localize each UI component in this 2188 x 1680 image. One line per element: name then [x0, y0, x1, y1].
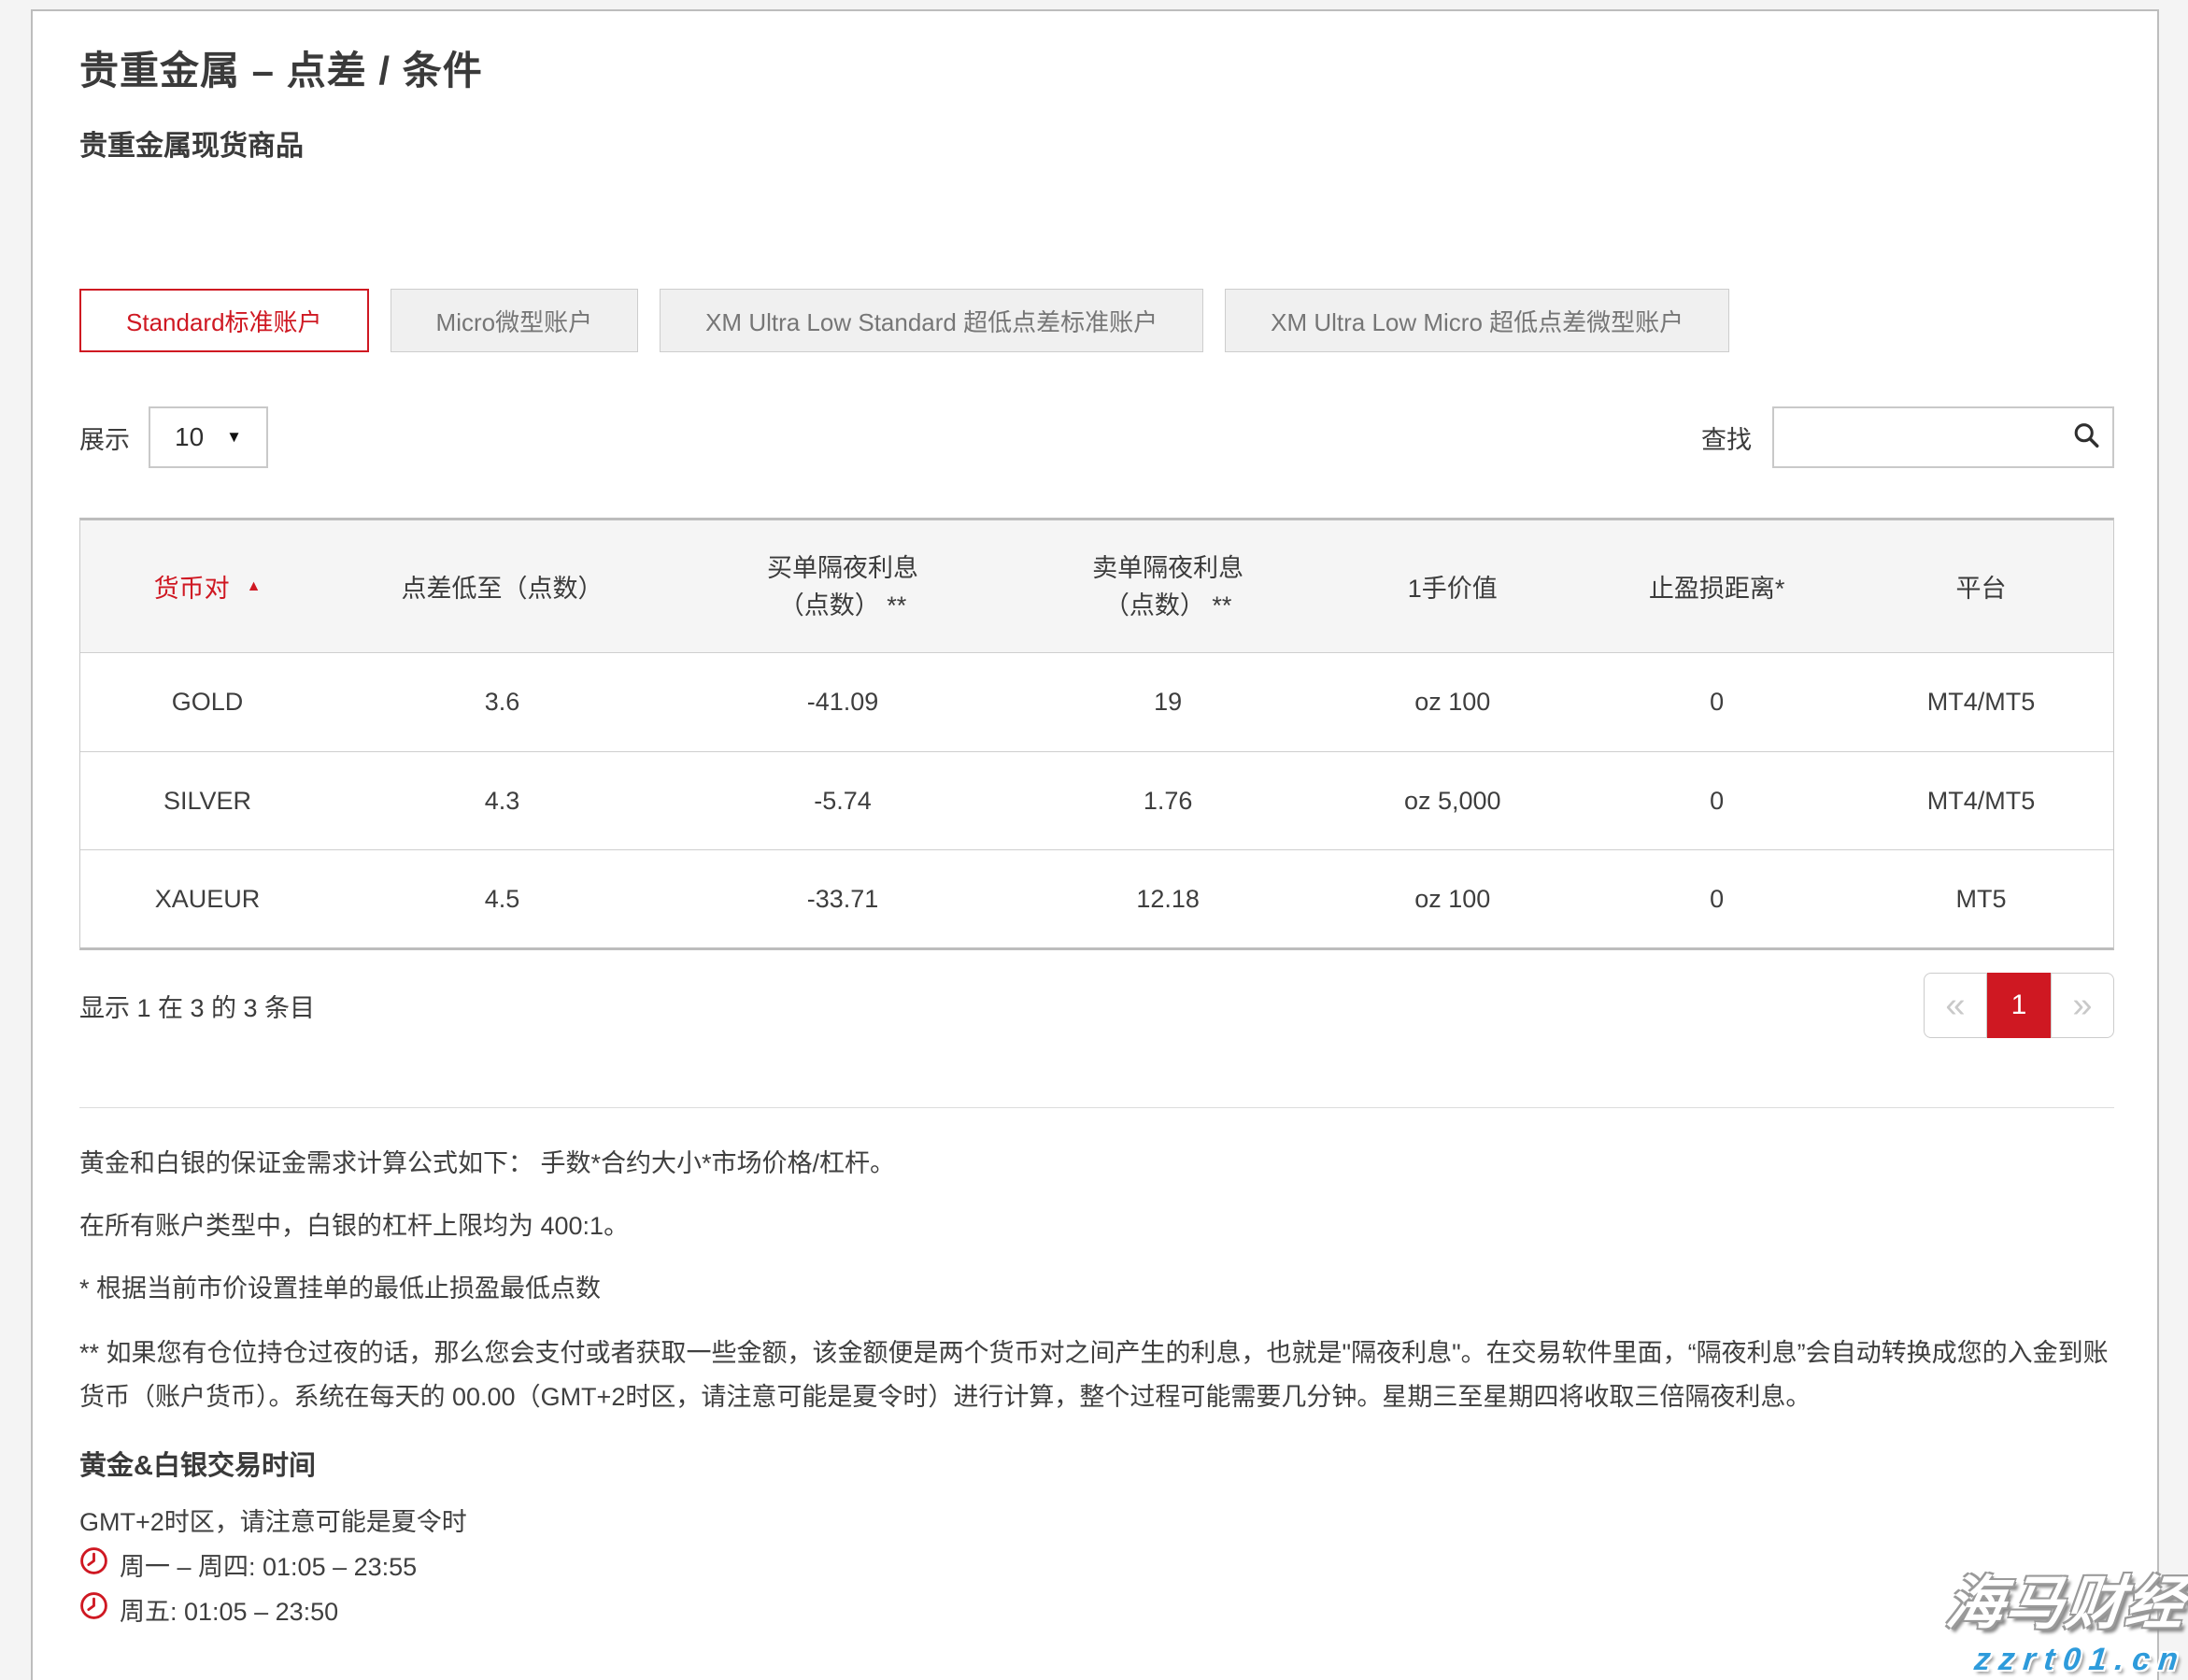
cell-swap-long: -33.71: [670, 885, 1016, 914]
clock-icon: [79, 1546, 108, 1582]
cell-stop-level: 0: [1584, 688, 1849, 717]
cell-platform: MT5: [1849, 885, 2113, 914]
section-divider: [79, 1107, 2114, 1108]
tab-micro-account[interactable]: Micro微型账户: [391, 289, 639, 352]
timezone-note: GMT+2时区，请注意可能是夏令时: [79, 1502, 2114, 1538]
pagination-page-1[interactable]: 1: [1987, 973, 2051, 1038]
pagination-next-button[interactable]: »: [2051, 973, 2114, 1038]
cell-lot-value: oz 100: [1320, 885, 1584, 914]
column-header-swap-short[interactable]: 卖单隔夜利息 （点数） **: [1016, 549, 1320, 624]
watermark: 海马财经 zzrt01.cn: [1947, 1556, 2186, 1678]
pagination: « 1 »: [1924, 973, 2114, 1038]
table-row-xaueur: XAUEUR 4.5 -33.71 12.18 oz 100 0 MT5: [80, 849, 2113, 947]
clock-icon: [79, 1591, 108, 1627]
search-input[interactable]: [1774, 408, 2112, 466]
page-size-select[interactable]: 10 ▼: [149, 406, 268, 468]
page-frame: 贵重金属 – 点差 / 条件 贵重金属现货商品 Standard标准账户 Mic…: [31, 9, 2159, 1680]
column-header-platform[interactable]: 平台: [1849, 568, 2113, 605]
cell-spread: 4.5: [334, 885, 670, 914]
table-row-silver: SILVER 4.3 -5.74 1.76 oz 5,000 0 MT4/MT5: [80, 751, 2113, 849]
trading-hours-weekdays: 周一 – 周四: 01:05 – 23:55: [79, 1545, 2114, 1583]
page-size-value: 10: [175, 422, 204, 452]
cell-swap-long: -41.09: [670, 688, 1016, 717]
table-row-gold: GOLD 3.6 -41.09 19 oz 100 0 MT4/MT5: [80, 653, 2113, 751]
column-header-spread[interactable]: 点差低至（点数）: [334, 568, 670, 605]
trading-hours-friday-label: 周五: 01:05 – 23:50: [120, 1591, 338, 1628]
table-controls: 展示 10 ▼ 查找: [79, 406, 2114, 468]
page-content: 贵重金属 – 点差 / 条件 贵重金属现货商品 Standard标准账户 Mic…: [33, 11, 2157, 1628]
trading-hours-weekdays-label: 周一 – 周四: 01:05 – 23:55: [120, 1546, 417, 1583]
trading-hours-friday: 周五: 01:05 – 23:50: [79, 1590, 2114, 1628]
watermark-site-text: zzrt01.cn: [1945, 1642, 2188, 1678]
watermark-logo-text: 海马财经: [1942, 1556, 2188, 1640]
cell-stop-level: 0: [1584, 885, 1849, 914]
notes-section: 黄金和白银的保证金需求计算公式如下： 手数*合约大小*市场价格/杠杆。 在所有账…: [79, 1144, 2114, 1419]
chevron-down-icon: ▼: [226, 428, 242, 447]
instruments-table: 货币对 ▲ 点差低至（点数） 买单隔夜利息 （点数） ** 卖单隔夜利息 （点数…: [79, 518, 2114, 950]
search-icon[interactable]: [2071, 420, 2101, 455]
note-stop-level: * 根据当前市价设置挂单的最低止损盈最低点数: [79, 1269, 2114, 1308]
page-title: 贵重金属 – 点差 / 条件: [79, 39, 2114, 96]
cell-lot-value: oz 5,000: [1320, 787, 1584, 816]
cell-symbol: GOLD: [80, 688, 334, 717]
cell-symbol: XAUEUR: [80, 885, 334, 914]
tab-standard-account[interactable]: Standard标准账户: [79, 289, 369, 352]
cell-spread: 4.3: [334, 787, 670, 816]
search-box: [1772, 406, 2114, 468]
page-subtitle: 贵重金属现货商品: [79, 122, 2114, 164]
cell-swap-long: -5.74: [670, 787, 1016, 816]
tab-ultra-low-standard-account[interactable]: XM Ultra Low Standard 超低点差标准账户: [660, 289, 1203, 352]
cell-symbol: SILVER: [80, 787, 334, 816]
cell-swap-short: 12.18: [1016, 885, 1320, 914]
note-silver-leverage: 在所有账户类型中，白银的杠杆上限均为 400:1。: [79, 1206, 2114, 1246]
cell-platform: MT4/MT5: [1849, 787, 2113, 816]
table-header-row: 货币对 ▲ 点差低至（点数） 买单隔夜利息 （点数） ** 卖单隔夜利息 （点数…: [80, 520, 2113, 653]
table-footer: 显示 1 在 3 的 3 条目 « 1 »: [79, 973, 2114, 1038]
note-swap-explanation: ** 如果您有仓位持仓过夜的话，那么您会支付或者获取一些金额，该金额便是两个货币…: [79, 1331, 2114, 1419]
account-type-tabs: Standard标准账户 Micro微型账户 XM Ultra Low Stan…: [79, 289, 2114, 352]
cell-platform: MT4/MT5: [1849, 688, 2113, 717]
trading-hours-heading: 黄金&白银交易时间: [79, 1444, 2114, 1483]
cell-swap-short: 19: [1016, 688, 1320, 717]
note-margin-formula: 黄金和白银的保证金需求计算公式如下： 手数*合约大小*市场价格/杠杆。: [79, 1144, 2114, 1183]
entries-summary: 显示 1 在 3 的 3 条目: [79, 988, 315, 1024]
tab-ultra-low-micro-account[interactable]: XM Ultra Low Micro 超低点差微型账户: [1225, 289, 1729, 352]
column-header-symbol[interactable]: 货币对 ▲: [80, 568, 334, 605]
cell-lot-value: oz 100: [1320, 688, 1584, 717]
cell-stop-level: 0: [1584, 787, 1849, 816]
cell-spread: 3.6: [334, 688, 670, 717]
column-header-lot-value[interactable]: 1手价值: [1320, 568, 1584, 605]
cell-swap-short: 1.76: [1016, 787, 1320, 816]
show-entries-label: 展示: [79, 420, 130, 456]
sort-asc-icon: ▲: [247, 578, 262, 595]
column-header-stop-level[interactable]: 止盈损距离*: [1584, 568, 1849, 605]
search-label: 查找: [1701, 420, 1752, 456]
column-header-swap-long[interactable]: 买单隔夜利息 （点数） **: [670, 549, 1016, 624]
pagination-prev-button[interactable]: «: [1924, 973, 1987, 1038]
